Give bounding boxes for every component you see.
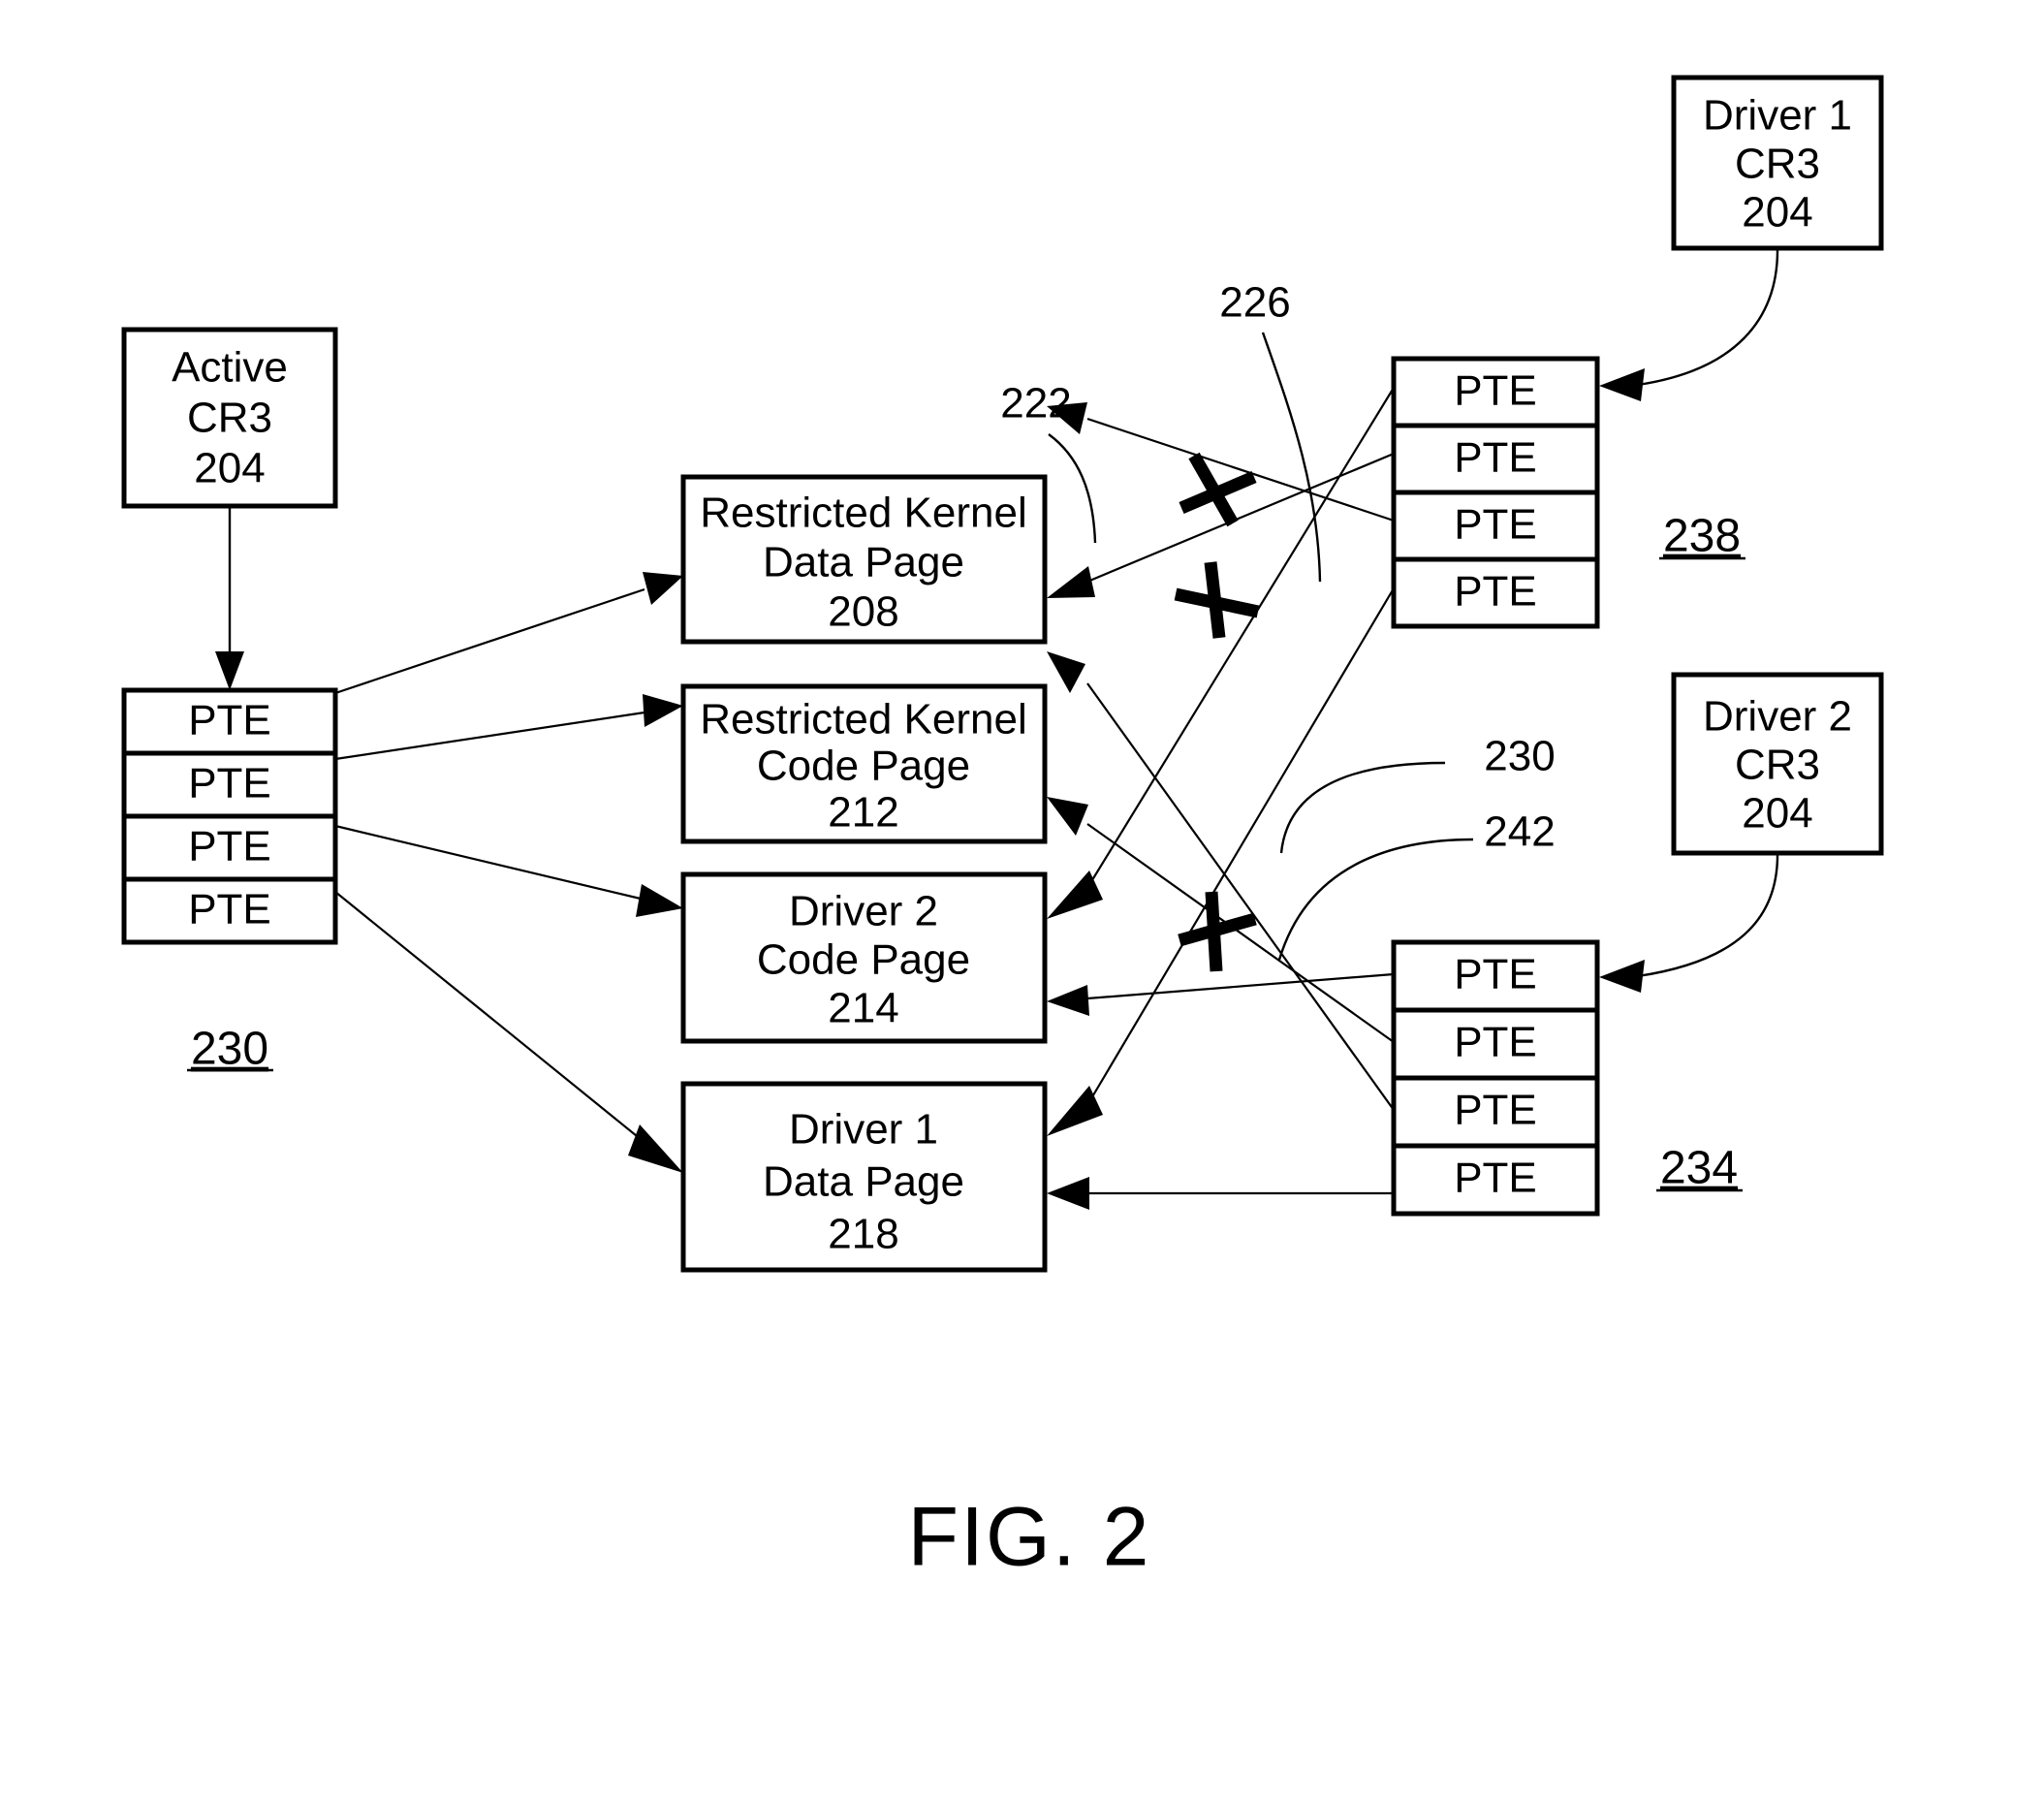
page-box-208-line1: Restricted Kernel [700,490,1026,537]
pte-238-row-0-label: PTE [1454,367,1537,415]
pte-table-234: PTE PTE PTE PTE [1391,939,1600,1217]
pte-234-row-1-label: PTE [1454,1019,1537,1066]
arrow-head-234-r1-to-212 [1047,797,1088,836]
pte-234-row-0-label: PTE [1454,951,1537,998]
patent-figure-2: Active CR3 204 PTE PTE PTE PTE 230 Restr… [0,0,2044,1804]
arrow-head-234-r0-to-214 [1047,985,1089,1016]
left-pte-table-ref-label: 230 [191,1024,268,1075]
ref-242-label: 242 [1484,808,1555,856]
page-box-214-line1: Driver 2 [789,888,938,935]
left-pte-row-1-label: PTE [188,760,271,807]
arrow-active-cr3-to-pte-table [215,506,244,690]
pte-238-row-1-label: PTE [1454,434,1537,482]
pte-table-234-ref-label: 234 [1660,1143,1738,1194]
page-box-214-line3: 214 [828,985,898,1032]
pte-234-row-2-label: PTE [1454,1087,1537,1134]
active-cr3-line1: Active [172,344,288,392]
arrow-head-to-218-left [628,1124,683,1173]
ref-230-mid-label: 230 [1484,733,1555,780]
pte-238-row-2-label: PTE [1454,501,1537,549]
pte-table-234-ref: 234 [1656,1143,1743,1194]
arrow-driver2-cr3-to-pte-234 [1599,854,1779,993]
arrow-head-left-234 [1599,960,1645,993]
figure-caption: FIG. 2 [908,1491,1151,1584]
driver1-cr3-line1: Driver 1 [1703,92,1852,140]
driver2-cr3-line1: Driver 2 [1703,693,1852,741]
ref-222-label: 222 [1000,380,1071,427]
x-mark-blocked-2 [1174,561,1260,639]
diagram-canvas: Active CR3 204 PTE PTE PTE PTE 230 Restr… [121,75,1884,1584]
arrow-head-to-214-left [636,884,683,917]
active-cr3-line2: CR3 [187,395,272,442]
page-box-218-line2: Data Page [763,1158,964,1206]
ref-226-leader: 226 [1219,279,1322,583]
page-box-208-line3: 208 [828,588,898,636]
arrows-left-table-to-pages [334,572,683,1173]
x-mark-blocked-1 [1179,452,1257,527]
pte-238-row-3-label: PTE [1454,568,1537,616]
page-box-restricted-kernel-data: Restricted Kernel Data Page 208 [680,474,1048,645]
left-pte-table-ref-230: 230 [187,1024,273,1075]
active-cr3-box: Active CR3 204 [121,327,338,509]
arrow-head-234-r3-to-218 [1047,1177,1089,1210]
page-box-212-line2: Code Page [757,743,970,790]
left-pte-table: PTE PTE PTE PTE [121,687,338,945]
page-box-driver2-code: Driver 2 Code Page 214 [680,871,1048,1044]
page-box-driver1-data: Driver 1 Data Page 218 [680,1081,1048,1273]
arrow-head-to-212-left [643,694,683,727]
pte-table-238-ref-label: 238 [1663,511,1741,562]
active-cr3-line3: 204 [194,445,265,492]
arrow-head-234-r2-to-208 [1047,651,1085,693]
pte-table-238-ref: 238 [1659,511,1745,562]
driver2-cr3-line2: CR3 [1735,742,1820,789]
driver2-cr3-box: Driver 2 CR3 204 [1671,672,1884,856]
arrow-head-to-208-left [643,572,683,605]
arrow-head-down [215,651,244,690]
arrow-head-238-r1-to-208 [1047,566,1095,598]
page-box-214-line2: Code Page [757,936,970,984]
driver1-cr3-box: Driver 1 CR3 204 [1671,75,1884,251]
ref-226-label: 226 [1219,279,1290,327]
driver1-cr3-line2: CR3 [1735,141,1820,188]
arrow-head-left-238 [1599,368,1645,401]
page-box-218-line3: 218 [828,1211,898,1258]
driver2-cr3-line3: 204 [1742,790,1812,838]
page-box-212-line3: 212 [828,789,898,837]
page-box-208-line2: Data Page [763,539,964,586]
page-box-restricted-kernel-code: Restricted Kernel Code Page 212 [680,683,1048,844]
arrow-driver1-cr3-to-pte-238 [1599,249,1779,401]
driver1-cr3-line3: 204 [1742,189,1812,237]
ref-242-leader: 242 [1277,808,1556,961]
x-mark-blocked-3 [1178,891,1257,972]
left-pte-row-0-label: PTE [188,697,271,744]
pte-table-238: PTE PTE PTE PTE [1391,356,1600,629]
left-pte-row-3-label: PTE [188,886,271,934]
left-pte-row-2-label: PTE [188,823,271,870]
pte-234-row-3-label: PTE [1454,1155,1537,1202]
page-box-218-line1: Driver 1 [789,1106,938,1154]
page-box-212-line1: Restricted Kernel [700,696,1026,744]
